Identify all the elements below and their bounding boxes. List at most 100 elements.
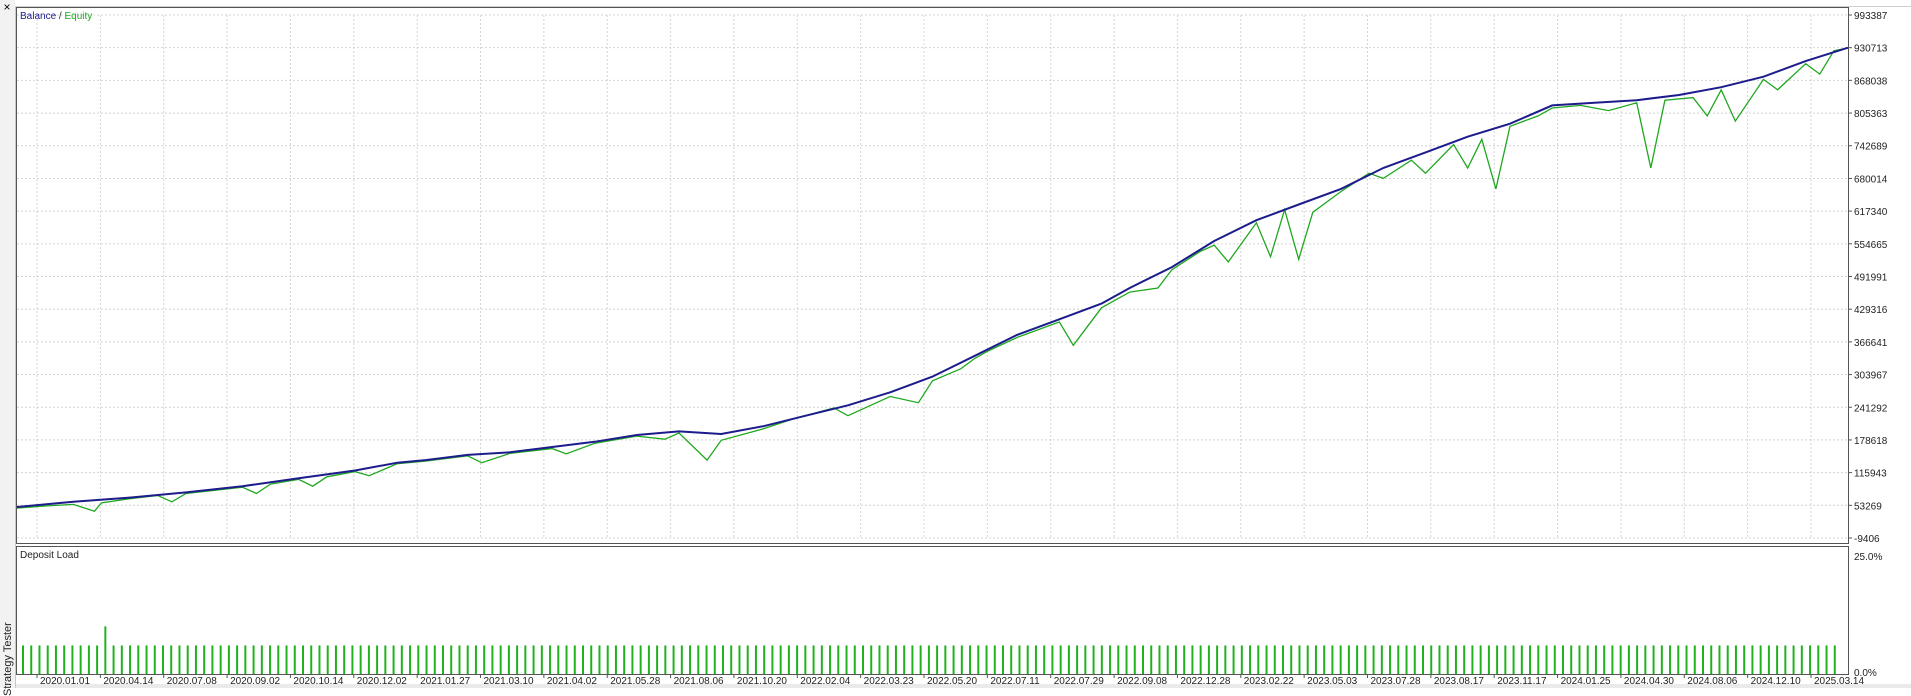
x-tick-label: 2023.11.17 [1497, 676, 1547, 684]
deposit-load-bar [1446, 645, 1449, 674]
deposit-load-bar [1043, 645, 1046, 674]
deposit-load-bar [689, 645, 692, 674]
deposit-load-bar [1380, 645, 1383, 674]
deposit-load-bar [829, 645, 832, 674]
y-tick-label: 429316 [1854, 305, 1888, 316]
deposit-load-bar [837, 645, 840, 674]
deposit-load-bar [1487, 645, 1490, 674]
deposit-load-bar [1652, 645, 1655, 674]
deposit-load-bar [672, 645, 675, 674]
deposit-load-bar [590, 645, 593, 674]
deposit-load-bar [87, 645, 90, 674]
deposit-load-bar [936, 645, 939, 674]
deposit-load-bar [409, 645, 412, 674]
x-tick-label: 2025.03.14 [1814, 676, 1864, 684]
deposit-load-bar [812, 645, 815, 674]
deposit-load-bar [499, 645, 502, 674]
y-tick-label: 178618 [1854, 436, 1888, 447]
deposit-load-bar [1809, 645, 1812, 674]
strategy-tester-title: Strategy Tester [2, 622, 14, 696]
deposit-load-bar [1817, 645, 1820, 674]
x-tick-label: 2023.02.22 [1244, 676, 1294, 684]
deposit-load-bar [927, 645, 930, 674]
deposit-load-bar [1150, 645, 1153, 674]
deposit-load-bar [162, 645, 164, 674]
deposit-load-bar [1825, 645, 1828, 674]
x-tick-label: 2022.07.11 [990, 676, 1040, 684]
deposit-load-bar [1570, 645, 1573, 674]
deposit-load-bar [293, 645, 296, 674]
x-tick-label: 2024.04.30 [1624, 676, 1674, 684]
deposit-load-bar [524, 645, 527, 674]
deposit-load-bar [367, 645, 370, 674]
y-tick-label: 993387 [1854, 11, 1888, 22]
deposit-load-bar [1529, 645, 1532, 674]
close-icon[interactable]: × [1, 1, 13, 13]
deposit-load-bar [326, 645, 329, 674]
y-tick-label: 115943 [1854, 469, 1887, 480]
deposit-load-bar [779, 645, 782, 674]
main-y-axis: 993387 930713 868038 805363 742689 680014 6173… [1848, 11, 1888, 545]
x-tick-label: 2020.10.14 [293, 676, 343, 684]
deposit-load-bar [1207, 645, 1210, 674]
deposit-load-bar [1537, 645, 1540, 674]
deposit-load-bar [1718, 645, 1721, 674]
deposit-load-bar [1833, 645, 1836, 674]
deposit-load-bar [573, 645, 576, 674]
deposit-load-bar [260, 645, 263, 674]
deposit-load-bar [1734, 645, 1737, 674]
deposit-load-bar [598, 645, 601, 674]
deposit-load-bar [713, 645, 716, 674]
deposit-load-bar [754, 645, 757, 674]
deposit-load-bar [46, 645, 49, 674]
y-tick-label: 805363 [1854, 109, 1888, 120]
y-tick-label: 868038 [1854, 76, 1888, 87]
deposit-load-bar [194, 645, 197, 674]
deposit-load-bar [969, 645, 972, 674]
deposit-load-bar [170, 645, 173, 674]
x-tick-label: 2022.12.28 [1180, 676, 1230, 684]
deposit-load-bar [351, 645, 354, 674]
deposit-load-bar [1397, 645, 1400, 674]
deposit-load-bar [944, 645, 947, 674]
deposit-load-bar [664, 645, 667, 674]
x-axis: 2020.01.01 2020.04.14 2020.07.08 2020.09.02… [36, 674, 1864, 684]
deposit-load-bar [71, 645, 74, 674]
deposit-load-bar [1512, 645, 1515, 674]
deposit-load-bar [1191, 645, 1194, 674]
deposit-load-bar [129, 645, 132, 674]
bottom-scroll-strip [16, 684, 1911, 688]
deposit-load-bar [211, 645, 214, 674]
legend-equity: Equity [64, 11, 92, 22]
deposit-load-bar [277, 645, 280, 674]
deposit-load-bar [738, 645, 741, 674]
deposit-load-title: Deposit Load [20, 550, 79, 561]
x-tick-label: 2020.04.14 [103, 676, 153, 684]
deposit-load-bar [1067, 645, 1070, 674]
legend-separator: / [56, 11, 64, 22]
x-tick-label: 2021.08.06 [674, 676, 724, 684]
x-tick-label: 2023.07.28 [1371, 676, 1421, 684]
deposit-load-bar [540, 645, 543, 674]
deposit-load-bar [1323, 645, 1326, 674]
y-tick-label: 366641 [1854, 338, 1888, 349]
deposit-load-bar [1405, 645, 1408, 674]
deposit-load-bar [392, 645, 395, 674]
deposit-load-bar [1331, 645, 1334, 674]
deposit-load-bar [433, 645, 436, 674]
deposit-load-bar [977, 645, 980, 674]
deposit-load-bar [96, 645, 99, 674]
top-divider [15, 0, 1911, 7]
deposit-load-bar [120, 645, 123, 674]
deposit-load-bar [252, 645, 255, 674]
deposit-load-bar [1422, 645, 1424, 674]
deposit-load-bar [1010, 645, 1013, 674]
deposit-load-bar [1504, 645, 1507, 674]
deposit-load-bar [870, 645, 873, 674]
y-tick-label: 680014 [1854, 174, 1888, 185]
deposit-load-bar [820, 645, 823, 674]
deposit-load-bar [1158, 645, 1161, 674]
deposit-load-bar [1347, 645, 1350, 674]
deposit-load-bar [1314, 645, 1317, 674]
deposit-load-bar [1257, 645, 1260, 674]
